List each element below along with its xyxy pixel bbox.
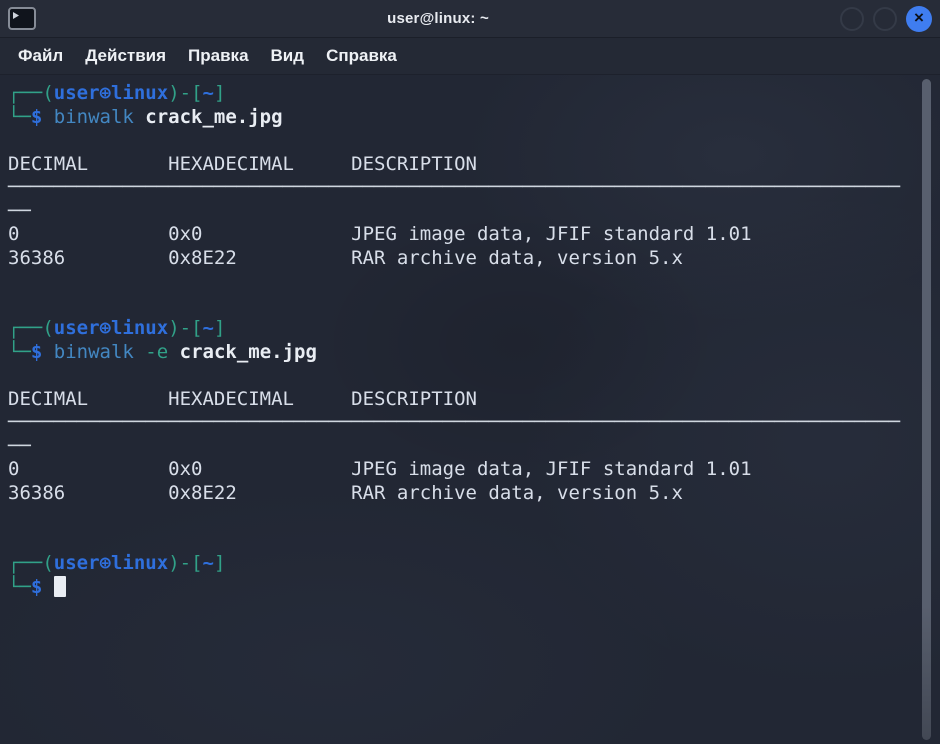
close-button[interactable]: × <box>906 6 932 32</box>
terminal-window: user@linux: ~ × Файл Действия Правка Вид… <box>0 0 940 744</box>
minimize-button[interactable] <box>840 7 864 31</box>
prompt-line: ┌──(user⊕linux)-[~] <box>8 82 916 106</box>
terminal-cursor <box>54 576 66 597</box>
at-symbol-icon: ⊕ <box>100 552 111 574</box>
blank-line <box>8 505 916 529</box>
blank-line <box>8 129 916 153</box>
output-row: 363860x8E22RAR archive data, version 5.x <box>8 482 916 506</box>
output-separator: ────────────────────────────────────────… <box>8 176 916 200</box>
output-header-row: DECIMALHEXADECIMALDESCRIPTION <box>8 153 916 177</box>
menu-item-view[interactable]: Вид <box>261 42 315 70</box>
command-line: └─$binwalk-ecrack_me.jpg <box>8 341 916 365</box>
command-line: └─$binwalkcrack_me.jpg <box>8 106 916 130</box>
command-line-active: └─$ <box>8 576 916 600</box>
prompt-line: ┌──(user⊕linux)-[~] <box>8 317 916 341</box>
maximize-button[interactable] <box>873 7 897 31</box>
output-separator-wrap: ── <box>8 435 916 459</box>
terminal-viewport[interactable]: ┌──(user⊕linux)-[~] └─$binwalkcrack_me.j… <box>0 75 940 744</box>
menu-item-file[interactable]: Файл <box>8 42 73 70</box>
menu-item-edit[interactable]: Правка <box>178 42 258 70</box>
window-controls: × <box>840 6 932 32</box>
output-row: 00x0JPEG image data, JFIF standard 1.01 <box>8 458 916 482</box>
menu-bar: Файл Действия Правка Вид Справка <box>0 38 940 75</box>
blank-line <box>8 270 916 294</box>
output-header-row: DECIMALHEXADECIMALDESCRIPTION <box>8 388 916 412</box>
menu-item-help[interactable]: Справка <box>316 42 407 70</box>
blank-line <box>8 294 916 318</box>
output-row: 00x0JPEG image data, JFIF standard 1.01 <box>8 223 916 247</box>
prompt-line: ┌──(user⊕linux)-[~] <box>8 552 916 576</box>
blank-line <box>8 529 916 553</box>
terminal-scrollbar[interactable] <box>922 79 931 740</box>
title-bar: user@linux: ~ × <box>0 0 940 38</box>
at-symbol-icon: ⊕ <box>100 82 111 104</box>
output-separator: ────────────────────────────────────────… <box>8 411 916 435</box>
menu-item-actions[interactable]: Действия <box>75 42 176 70</box>
output-row: 363860x8E22RAR archive data, version 5.x <box>8 247 916 271</box>
terminal-icon <box>8 7 36 30</box>
blank-line <box>8 364 916 388</box>
close-icon: × <box>914 9 924 26</box>
at-symbol-icon: ⊕ <box>100 317 111 339</box>
window-title: user@linux: ~ <box>36 10 840 27</box>
output-separator-wrap: ── <box>8 200 916 224</box>
